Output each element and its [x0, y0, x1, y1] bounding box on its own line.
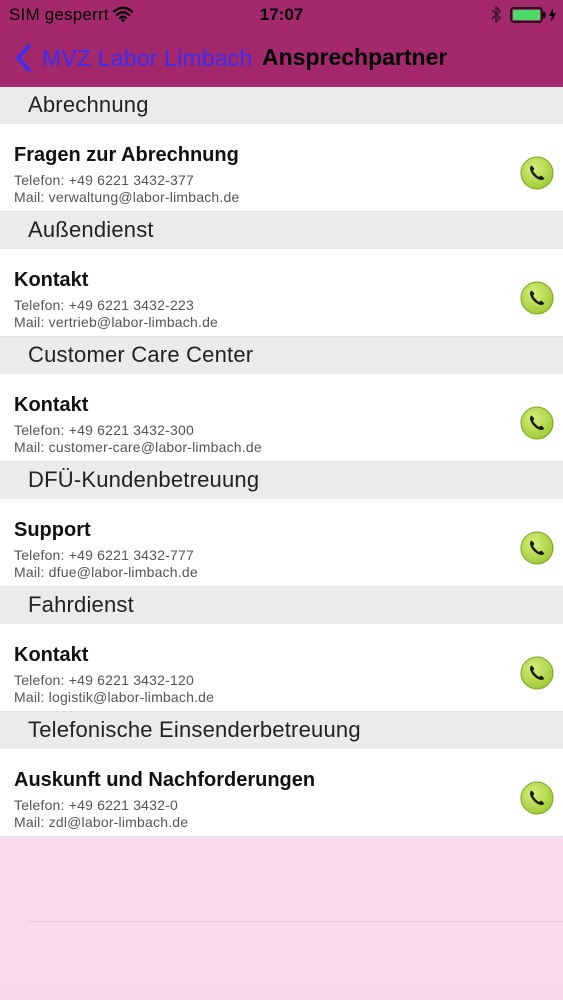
section-header: Telefonische Einsenderbetreuung: [0, 712, 563, 749]
contact-mail: Mail: zdl@labor-limbach.de: [14, 814, 189, 830]
section-title: DFÜ-Kundenbetreuung: [28, 467, 260, 492]
contact-row[interactable]: Fragen zur Abrechnung Telefon: +49 6221 …: [0, 124, 563, 212]
section-title: Fahrdienst: [28, 592, 134, 617]
status-time: 17:07: [259, 5, 304, 24]
contact-title: Kontakt: [14, 644, 89, 666]
contact-phone: Telefon: +49 6221 3432-0: [14, 797, 178, 813]
section-title: Customer Care Center: [28, 342, 254, 367]
contact-row[interactable]: Auskunft und Nachforderungen Telefon: +4…: [0, 749, 563, 837]
phone-icon[interactable]: [520, 281, 554, 315]
contact-mail: Mail: dfue@labor-limbach.de: [14, 564, 198, 580]
section-header: DFÜ-Kundenbetreuung: [0, 462, 563, 499]
section-title: Telefonische Einsenderbetreuung: [28, 717, 361, 742]
phone-icon[interactable]: [520, 531, 554, 565]
phone-icon[interactable]: [520, 781, 554, 815]
contact-title: Kontakt: [14, 394, 89, 416]
status-bar: SIM gesperrt 17:07: [0, 0, 563, 30]
section-title: Außendienst: [28, 217, 154, 242]
section-header: Abrechnung: [0, 87, 563, 124]
contact-row[interactable]: Kontakt Telefon: +49 6221 3432-300 Mail:…: [0, 374, 563, 462]
bluetooth-icon: [491, 6, 501, 23]
contact-title: Fragen zur Abrechnung: [14, 144, 239, 166]
contact-title: Support: [14, 519, 91, 541]
contact-phone: Telefon: +49 6221 3432-223: [14, 297, 194, 313]
section-header: Außendienst: [0, 212, 563, 249]
contact-mail: Mail: vertrieb@labor-limbach.de: [14, 314, 219, 330]
chevron-left-icon: [16, 44, 31, 72]
contact-phone: Telefon: +49 6221 3432-777: [14, 547, 194, 563]
contact-row[interactable]: Support Telefon: +49 6221 3432-777 Mail:…: [0, 499, 563, 587]
section-header: Customer Care Center: [0, 337, 563, 374]
contact-list: Abrechnung Fragen zur Abrechnung Telefon…: [0, 87, 563, 837]
back-button[interactable]: MVZ Labor Limbach: [14, 41, 253, 75]
phone-icon[interactable]: [520, 156, 554, 190]
header: SIM gesperrt 17:07 MVZ Labor Limbach Ans…: [0, 0, 563, 87]
contact-mail: Mail: customer-care@labor-limbach.de: [14, 439, 262, 455]
contact-row[interactable]: Kontakt Telefon: +49 6221 3432-120 Mail:…: [0, 624, 563, 712]
contact-phone: Telefon: +49 6221 3432-300: [14, 422, 194, 438]
navigation-bar: MVZ Labor Limbach Ansprechpartner: [0, 30, 563, 87]
phone-icon[interactable]: [520, 406, 554, 440]
phone-icon[interactable]: [520, 656, 554, 690]
contact-phone: Telefon: +49 6221 3432-120: [14, 672, 194, 688]
contact-title: Auskunft und Nachforderungen: [14, 769, 316, 791]
section-header: Fahrdienst: [0, 587, 563, 624]
contact-mail: Mail: verwaltung@labor-limbach.de: [14, 189, 240, 205]
contact-mail: Mail: logistik@labor-limbach.de: [14, 689, 215, 705]
section-title: Abrechnung: [28, 92, 149, 117]
contact-phone: Telefon: +49 6221 3432-377: [14, 172, 194, 188]
battery-icon: [510, 7, 556, 23]
contact-title: Kontakt: [14, 269, 89, 291]
divider: [28, 921, 563, 922]
back-button-label: MVZ Labor Limbach: [42, 44, 253, 71]
contact-row[interactable]: Kontakt Telefon: +49 6221 3432-223 Mail:…: [0, 249, 563, 337]
page-title: Ansprechpartner: [262, 44, 448, 70]
